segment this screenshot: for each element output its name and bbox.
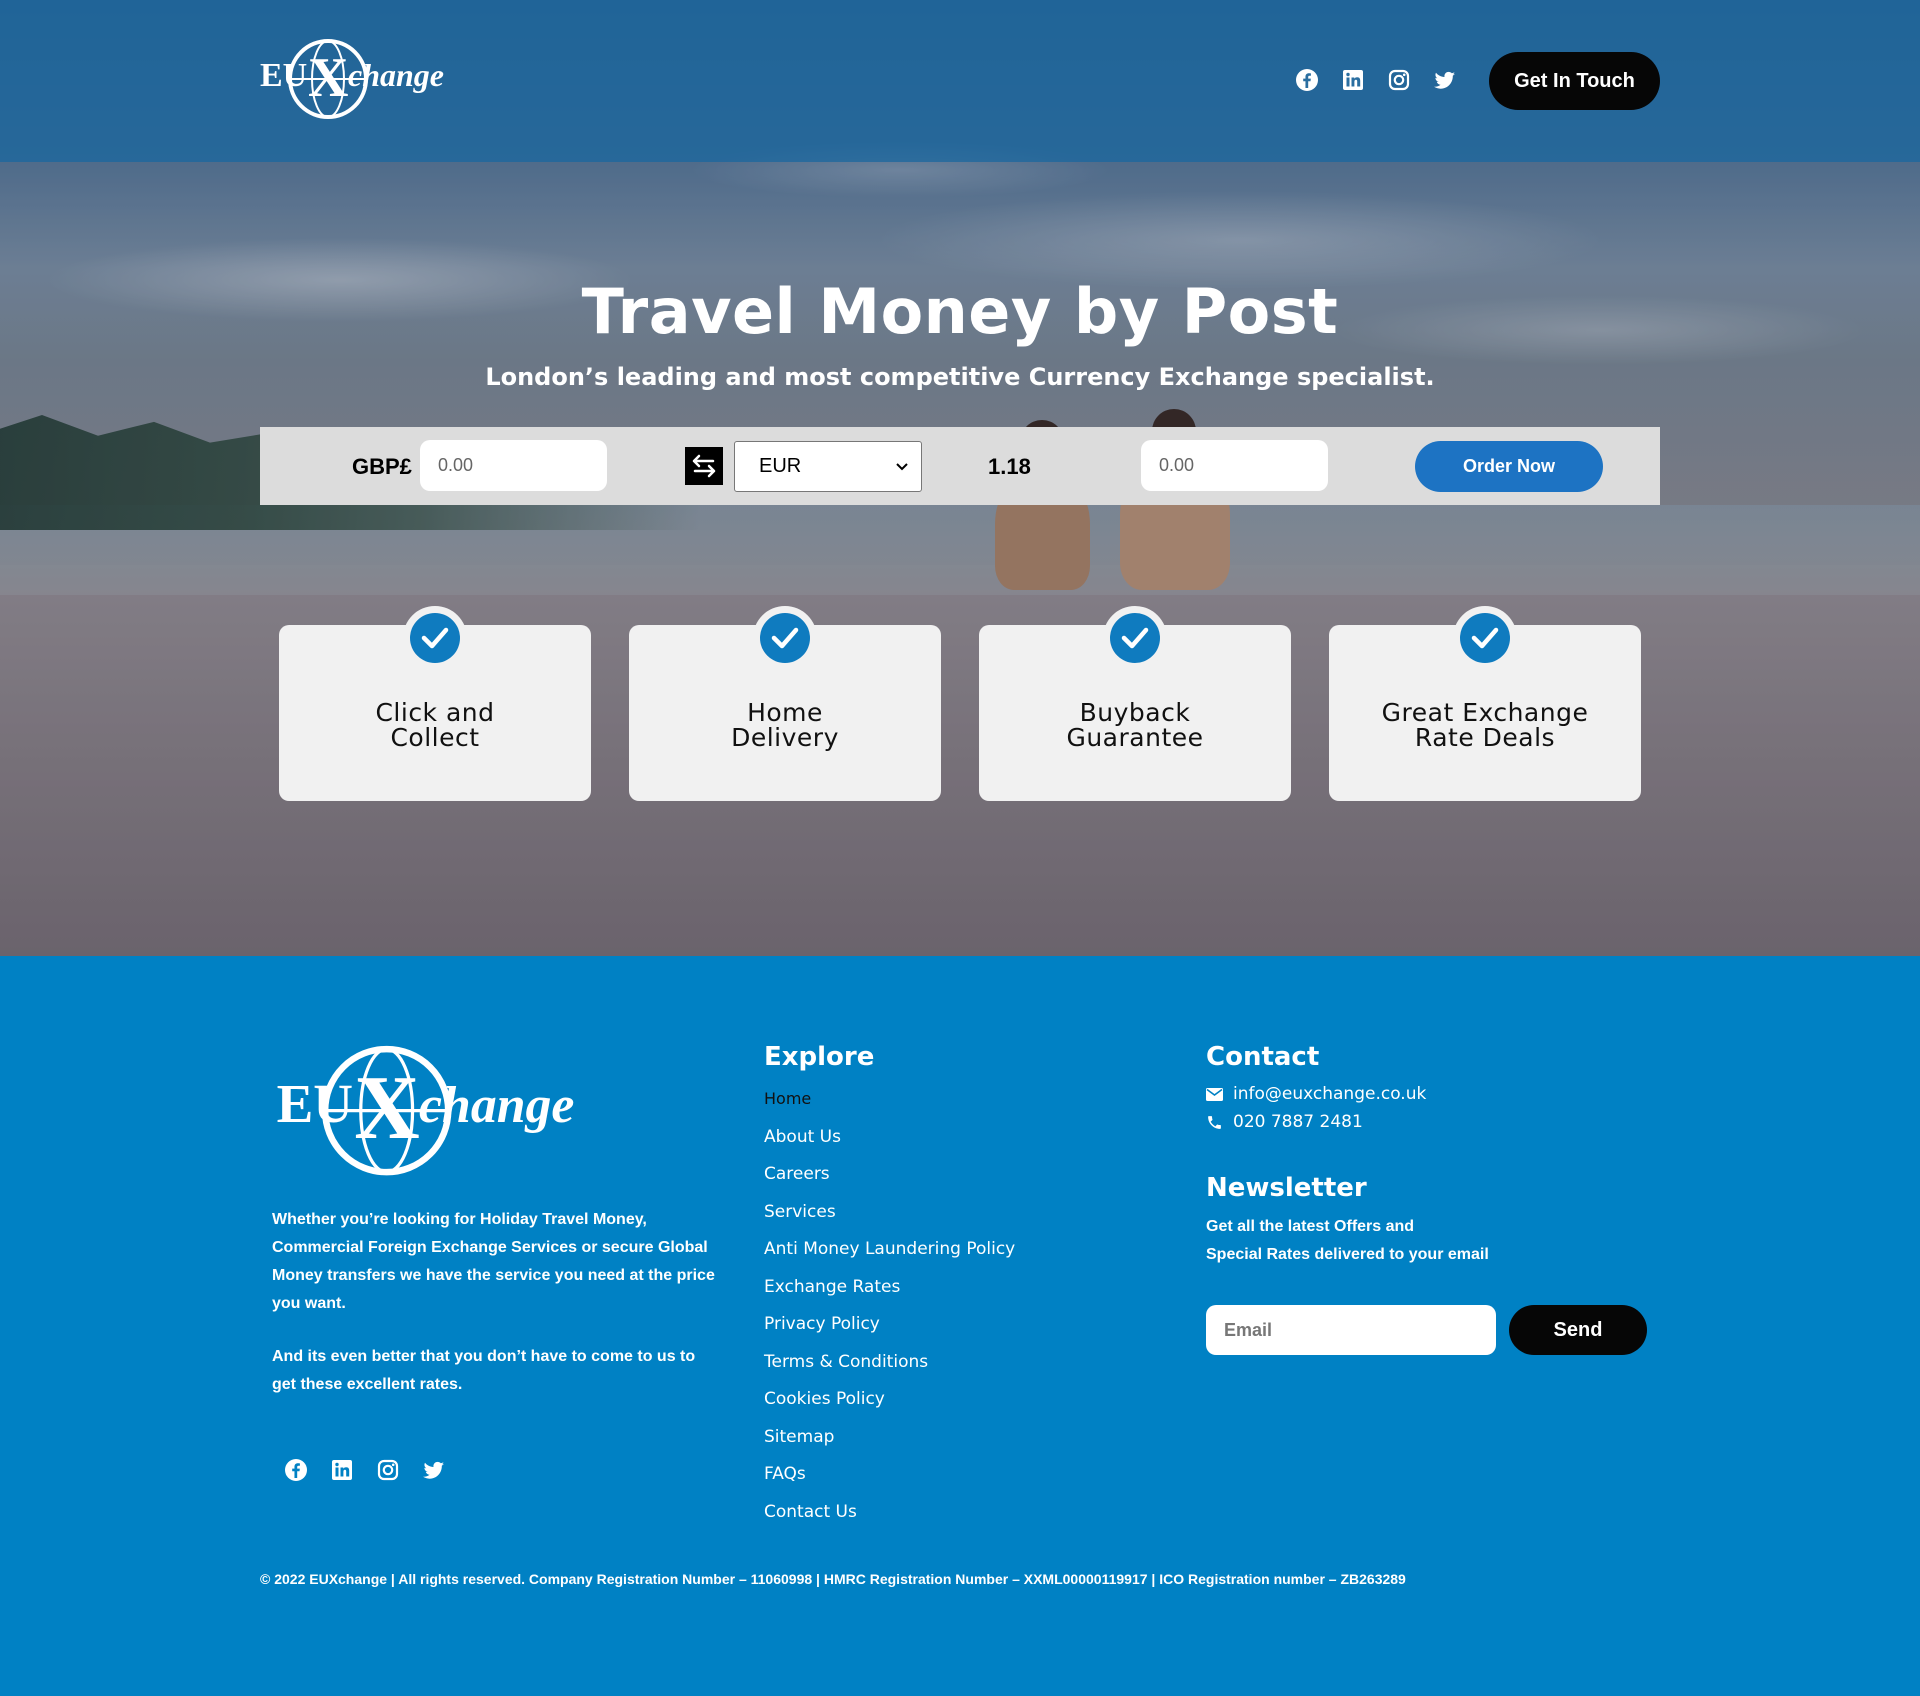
to-currency-value: EUR	[759, 455, 802, 477]
check-circle-icon	[760, 613, 810, 663]
feature-card-buyback-guarantee: Buyback Guarantee	[979, 606, 1291, 801]
footer-link-exchange-rates[interactable]: Exchange Rates	[764, 1277, 1015, 1315]
logo-text-mark: X	[308, 47, 348, 109]
footer-link-services[interactable]: Services	[764, 1202, 1015, 1240]
footer-link-contact-us[interactable]: Contact Us	[764, 1502, 1015, 1540]
footer-link-aml-policy[interactable]: Anti Money Laundering Policy	[764, 1239, 1015, 1277]
logo-text-right: change	[419, 1077, 574, 1134]
footer-about-paragraph: And its even better that you don’t have …	[272, 1348, 696, 1393]
logo-text-right: change	[348, 57, 444, 93]
feature-card-title: Buyback Guarantee	[1066, 698, 1204, 752]
footer-link-sitemap[interactable]: Sitemap	[764, 1427, 1015, 1465]
from-amount-input[interactable]	[420, 440, 607, 491]
exchange-rate: 1.18	[988, 454, 1031, 479]
newsletter-send-button[interactable]: Send	[1509, 1305, 1647, 1355]
swap-arrows-icon	[692, 454, 716, 478]
currency-converter: GBP£ EUR 1.18 Order Now	[260, 427, 1660, 505]
facebook-icon[interactable]	[1295, 68, 1319, 92]
contact-phone-text: 020 7887 2481	[1233, 1112, 1363, 1132]
phone-icon	[1208, 1115, 1221, 1129]
logo-text-left: EU	[260, 57, 307, 94]
instagram-icon[interactable]	[376, 1458, 400, 1482]
envelope-icon	[1206, 1087, 1223, 1101]
copyright-text: © 2022 EUXchange | All rights reserved. …	[260, 1571, 1406, 1587]
explore-links: Home About Us Careers Services Anti Mone…	[764, 1089, 1015, 1539]
newsletter-email-input[interactable]	[1206, 1305, 1496, 1355]
footer-link-privacy-policy[interactable]: Privacy Policy	[764, 1314, 1015, 1352]
feature-card-title: Home Delivery	[731, 698, 839, 752]
contact-title: Contact	[1206, 1042, 1320, 1072]
feature-card-title: Great Exchange Rate Deals	[1381, 698, 1589, 752]
get-in-touch-button[interactable]: Get In Touch	[1489, 52, 1660, 110]
newsletter-description-line: Special Rates delivered to your email	[1206, 1246, 1489, 1263]
logo-text-left: EU	[277, 1073, 353, 1134]
check-circle-icon	[1110, 613, 1160, 663]
site-header: EU X change Get In Touch	[0, 0, 1920, 162]
contact-phone[interactable]: 020 7887 2481	[1206, 1112, 1363, 1132]
footer-about-paragraph: Whether you’re looking for Holiday Trave…	[272, 1211, 715, 1312]
logo-mark-icon: EU X change	[277, 1045, 574, 1176]
newsletter-title: Newsletter	[1206, 1173, 1367, 1203]
feature-card-click-and-collect: Click and Collect	[279, 606, 591, 801]
hero-subtitle: London’s leading and most competitive Cu…	[485, 363, 1435, 391]
chevron-down-icon	[896, 462, 908, 470]
facebook-icon[interactable]	[284, 1458, 308, 1482]
order-now-button[interactable]: Order Now	[1415, 441, 1603, 492]
footer-link-cookies-policy[interactable]: Cookies Policy	[764, 1389, 1015, 1427]
feature-card-rate-deals: Great Exchange Rate Deals	[1329, 606, 1641, 801]
linkedin-icon[interactable]	[330, 1458, 354, 1482]
hero-title: Travel Money by Post	[581, 275, 1339, 348]
footer-link-about-us[interactable]: About Us	[764, 1127, 1015, 1165]
swap-currency-button[interactable]	[685, 447, 723, 485]
contact-email-text: info@euxchange.co.uk	[1233, 1084, 1427, 1104]
check-circle-icon	[410, 613, 460, 663]
footer-link-terms[interactable]: Terms & Conditions	[764, 1352, 1015, 1390]
to-amount-input[interactable]	[1141, 440, 1328, 491]
site-footer: EU X change Whether you’re looking for H…	[0, 956, 1920, 1696]
footer-link-faqs[interactable]: FAQs	[764, 1464, 1015, 1502]
contact-email[interactable]: info@euxchange.co.uk	[1206, 1084, 1426, 1104]
instagram-icon[interactable]	[1387, 68, 1411, 92]
footer-logo[interactable]: EU X change	[272, 1041, 592, 1177]
check-circle-icon	[1460, 613, 1510, 663]
newsletter-description: Get all the latest Offers and Special Ra…	[1206, 1213, 1526, 1269]
logo-text-mark: X	[354, 1057, 419, 1158]
header-logo[interactable]: EU X change	[258, 36, 454, 120]
footer-social-links	[284, 1458, 446, 1482]
footer-link-careers[interactable]: Careers	[764, 1164, 1015, 1202]
feature-card-home-delivery: Home Delivery	[629, 606, 941, 801]
twitter-icon[interactable]	[1433, 68, 1457, 92]
linkedin-icon[interactable]	[1341, 68, 1365, 92]
footer-link-home[interactable]: Home	[764, 1089, 1015, 1127]
logo-mark-icon: EU X change	[260, 39, 444, 119]
to-currency-select[interactable]: EUR	[734, 441, 922, 492]
from-currency-label: GBP£	[352, 454, 412, 479]
header-social-links	[1295, 68, 1457, 92]
feature-card-title: Click and Collect	[375, 698, 495, 752]
twitter-icon[interactable]	[422, 1458, 446, 1482]
explore-title: Explore	[764, 1042, 875, 1072]
newsletter-description-line: Get all the latest Offers and	[1206, 1218, 1415, 1235]
